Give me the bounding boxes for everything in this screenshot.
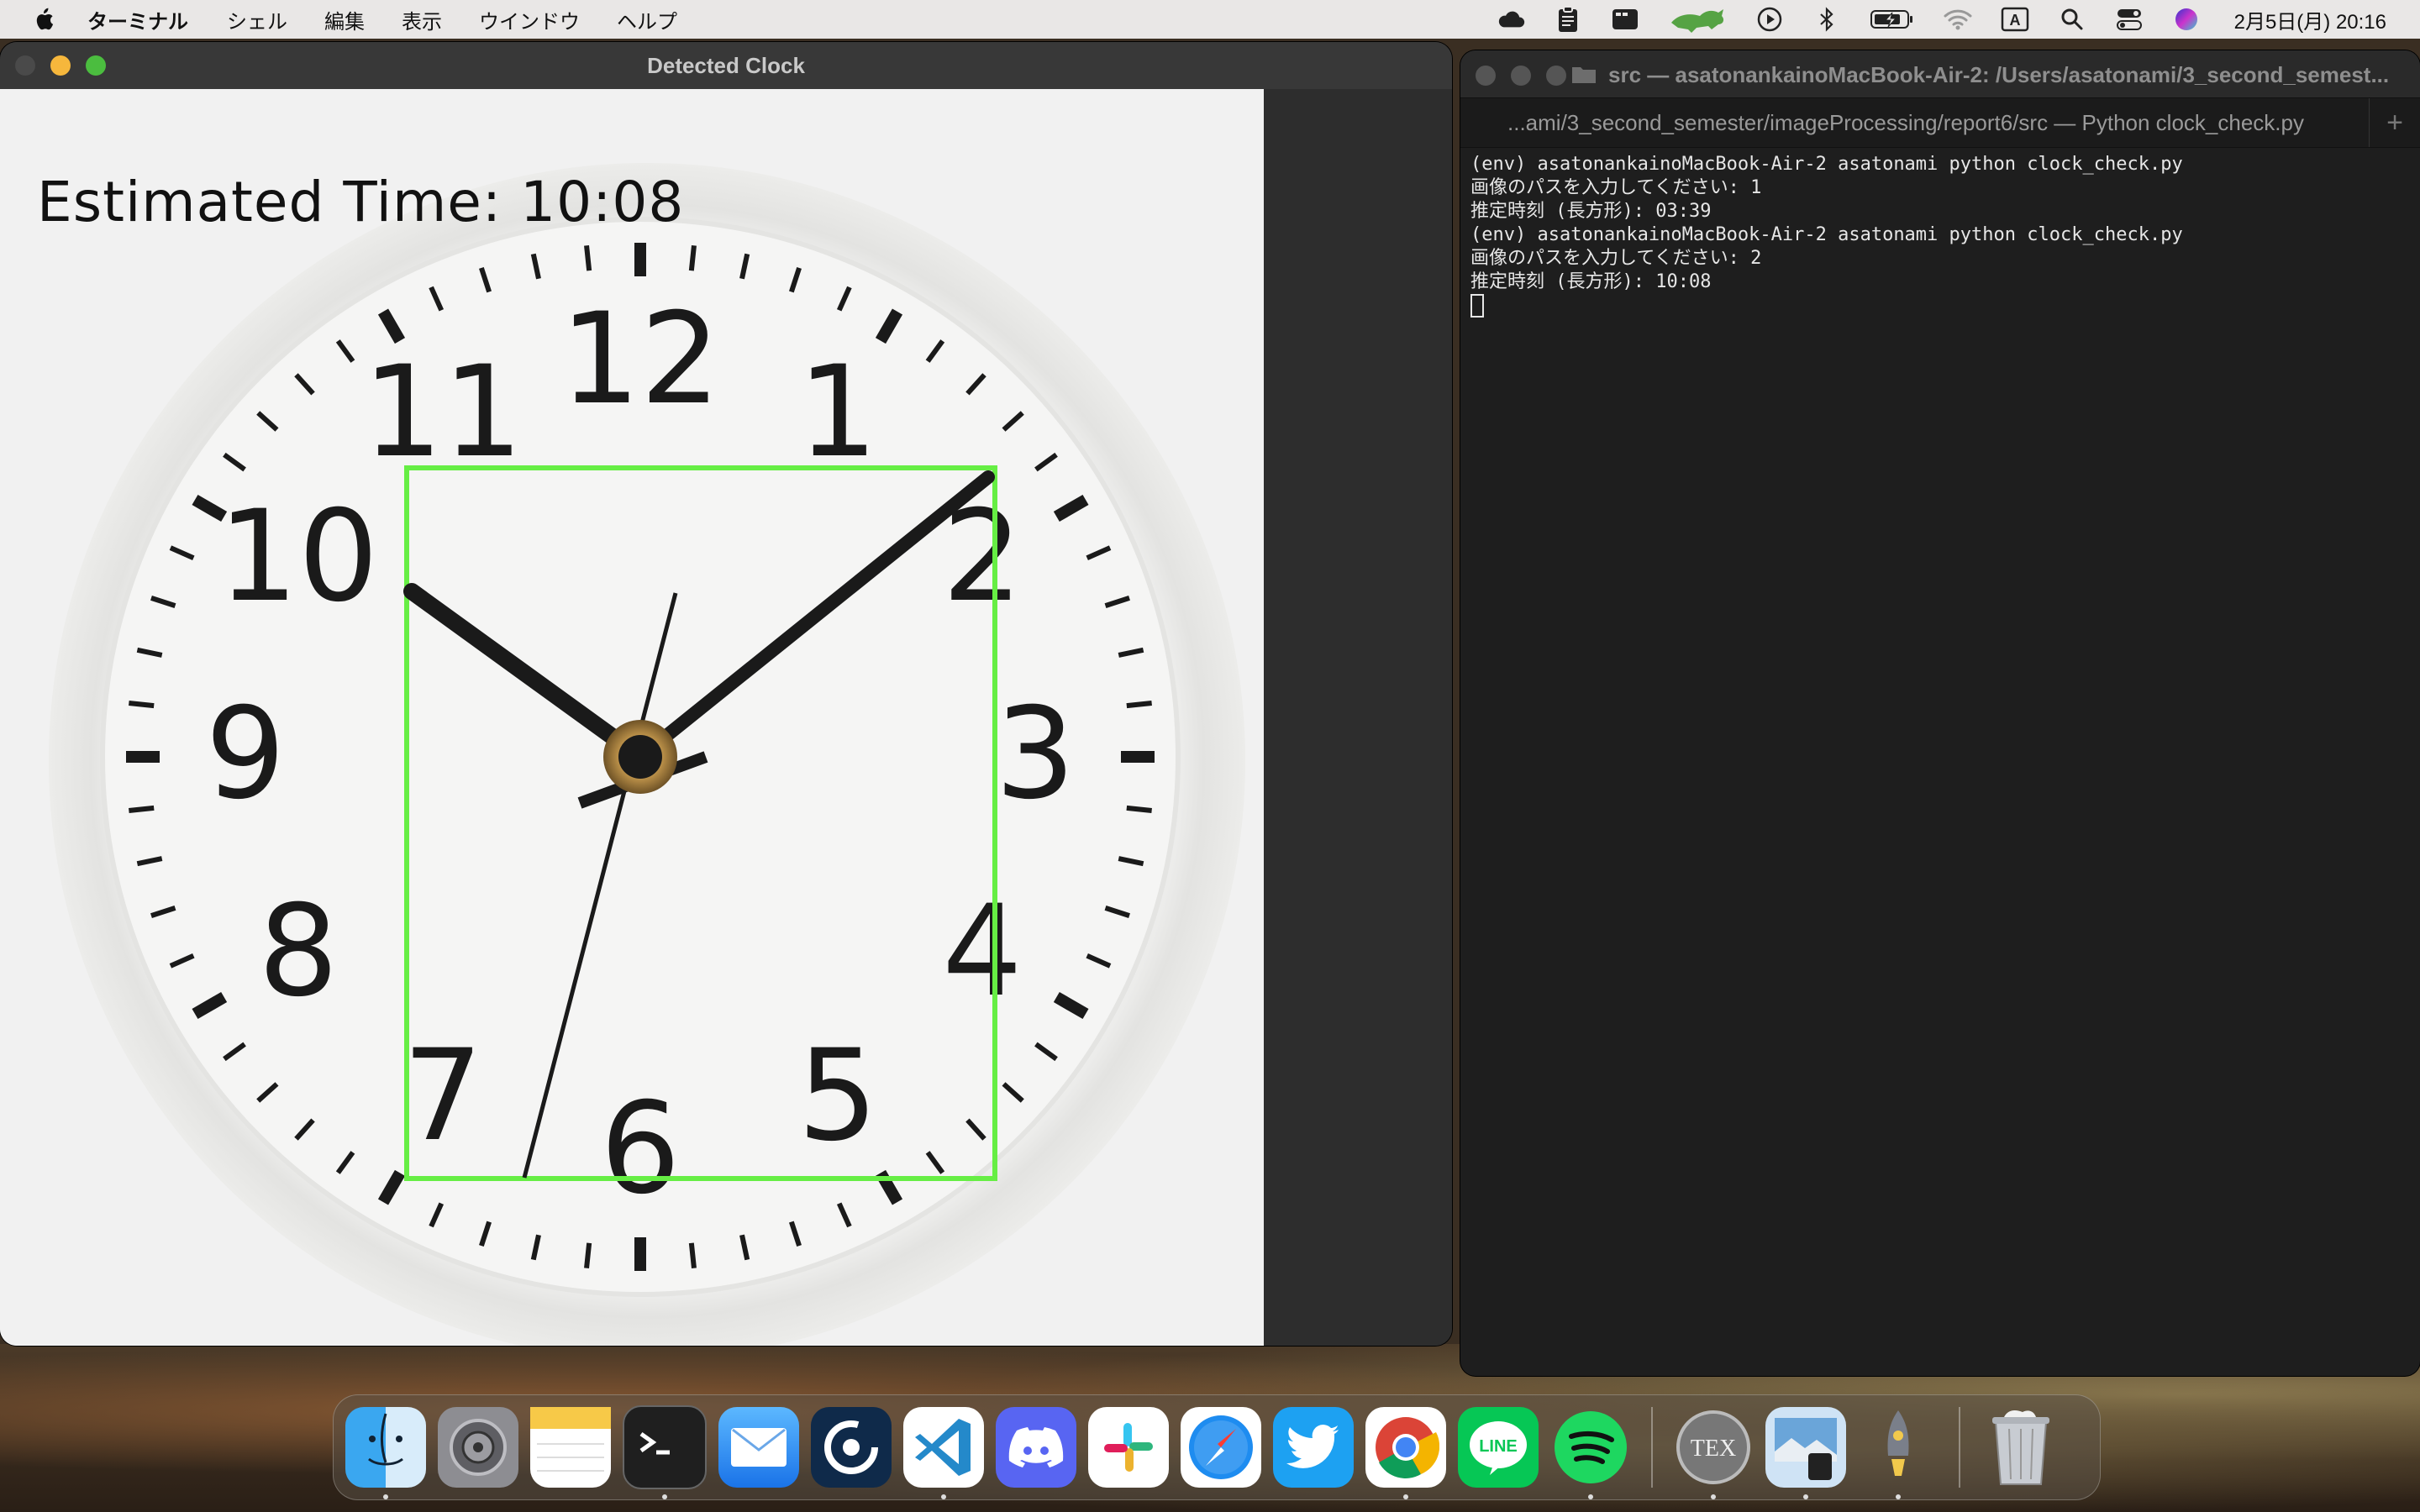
trash-icon[interactable] — [1981, 1407, 2061, 1488]
close-button[interactable] — [15, 55, 35, 76]
terminal-tab-bar: ...ami/3_second_semester/imageProcessing… — [1460, 97, 2420, 148]
wifi-icon[interactable] — [1944, 5, 1972, 34]
rocket-icon[interactable] — [1858, 1407, 1939, 1499]
window-empty-area — [1264, 89, 1452, 1346]
terminal-icon[interactable] — [623, 1405, 707, 1499]
menu-help[interactable]: ヘルプ — [617, 5, 677, 34]
menu-bar: ターミナル シェル 編集 表示 ウインドウ ヘルプ A 2月5日(月) 20:1… — [0, 0, 2420, 39]
window-titlebar[interactable]: Detected Clock — [0, 42, 1452, 89]
window-icon[interactable] — [1611, 5, 1639, 34]
dock-separator — [1651, 1407, 1653, 1488]
icloud-icon[interactable] — [1497, 5, 1525, 34]
terminal-minimize-button[interactable] — [1511, 66, 1531, 86]
terminal-line: 画像のパスを入力してください: 1 — [1470, 177, 1762, 198]
terminal-output[interactable]: (env) asatonankainoMacBook-Air-2 asatona… — [1460, 148, 2420, 323]
preview-icon[interactable] — [1765, 1407, 1846, 1499]
discord-icon[interactable] — [996, 1407, 1076, 1488]
minor-tick — [584, 1242, 592, 1268]
folder-icon — [1572, 67, 1596, 83]
bluetooth-icon[interactable] — [1812, 5, 1841, 34]
terminal-window: src — asatonankainoMacBook-Air-2: /Users… — [1460, 50, 2420, 1376]
window-title: Detected Clock — [647, 52, 805, 78]
clock-image: 12 1234567891011 — [0, 89, 1264, 1346]
terminal-line: 推定時刻 (長方形): 03:39 — [1470, 201, 1712, 222]
chrome-icon[interactable] — [1365, 1407, 1446, 1499]
tex-icon[interactable]: TEX — [1673, 1407, 1754, 1499]
line-label: LINE — [1479, 1437, 1518, 1456]
siri-icon[interactable] — [2172, 5, 2201, 34]
minor-tick — [688, 245, 697, 271]
terminal-cursor — [1470, 294, 1484, 318]
estimated-time-label: Estimated Time: 10:08 — [37, 170, 685, 234]
app-6-icon[interactable] — [811, 1407, 892, 1488]
minor-tick — [129, 701, 155, 709]
svg-text:A: A — [2009, 12, 2020, 29]
notes-icon[interactable] — [530, 1407, 611, 1488]
menu-edit[interactable]: 編集 — [324, 5, 365, 34]
terminal-line: (env) asatonankainoMacBook-Air-2 asatona… — [1470, 154, 2183, 175]
safari-icon[interactable] — [1181, 1407, 1261, 1488]
vscode-icon[interactable] — [903, 1407, 984, 1499]
dock-separator — [1959, 1407, 1960, 1488]
input-method-icon[interactable]: A — [2001, 5, 2029, 34]
minor-tick — [584, 245, 592, 271]
battery-icon[interactable] — [1870, 5, 1915, 34]
mail-icon[interactable] — [718, 1407, 799, 1488]
finder-icon[interactable] — [345, 1407, 426, 1499]
terminal-title: src — asatonankainoMacBook-Air-2: /Users… — [1608, 62, 2390, 87]
terminal-close-button[interactable] — [1476, 66, 1496, 86]
menu-app-name[interactable]: ターミナル — [87, 5, 188, 34]
clock-number: 4 — [942, 879, 1022, 1025]
spotlight-search-icon[interactable] — [2058, 5, 2086, 34]
clock-number: 9 — [205, 681, 285, 827]
menubar-clock[interactable]: 2月5日(月) 20:16 — [2234, 5, 2386, 34]
minor-tick — [688, 1242, 697, 1268]
terminal-line: 推定時刻 (長方形): 10:08 — [1470, 271, 1712, 292]
clock-number: 6 — [600, 1076, 680, 1222]
apple-menu-icon[interactable] — [34, 8, 54, 31]
new-tab-button[interactable]: + — [2369, 98, 2420, 147]
tex-label: TEX — [1691, 1436, 1736, 1462]
menu-window[interactable]: ウインドウ — [479, 5, 580, 34]
twitter-icon[interactable] — [1273, 1407, 1354, 1488]
clock-image-canvas: 12 1 2 3 4 5 6 7 8 9 10 11 Estimated Time: 10:08 — [0, 89, 1264, 1346]
terminal-tab[interactable]: ...ami/3_second_semester/imageProcessing… — [1507, 110, 2304, 136]
system-settings-icon[interactable] — [438, 1407, 518, 1488]
clock-number: 11 — [363, 339, 523, 486]
clock-number: 5 — [797, 1023, 877, 1169]
slack-icon[interactable] — [1088, 1407, 1169, 1488]
menu-shell[interactable]: シェル — [227, 5, 287, 34]
terminal-line: 画像のパスを入力してください: 2 — [1470, 248, 1762, 269]
terminal-line: (env) asatonankainoMacBook-Air-2 asatona… — [1470, 224, 2183, 245]
clock-number: 1 — [797, 339, 877, 486]
terminal-titlebar[interactable]: src — asatonankainoMacBook-Air-2: /Users… — [1460, 50, 2420, 97]
clock-number: 12 — [560, 286, 721, 433]
clock-number: 7 — [402, 1023, 482, 1169]
minor-tick — [1126, 805, 1152, 813]
zoom-button[interactable] — [86, 55, 106, 76]
terminal-zoom-button[interactable] — [1546, 66, 1566, 86]
control-center-icon[interactable] — [2115, 5, 2144, 34]
runcat-icon[interactable] — [1668, 5, 1727, 34]
minor-tick — [129, 805, 155, 813]
clock-number: 8 — [258, 879, 338, 1025]
clock-number: 3 — [995, 681, 1075, 827]
menu-view[interactable]: 表示 — [402, 5, 442, 34]
minimize-button[interactable] — [50, 55, 71, 76]
detected-clock-window: Detected Clock 12 1 2 3 4 5 6 7 8 9 10 11 — [0, 42, 1452, 1346]
dock: LINE TEX — [333, 1394, 2101, 1500]
clock-hub — [618, 735, 662, 779]
spotify-icon[interactable] — [1550, 1407, 1631, 1499]
line-icon[interactable]: LINE — [1458, 1407, 1539, 1488]
minor-tick — [1126, 701, 1152, 709]
clock-number: 10 — [218, 484, 379, 630]
clipboard-icon[interactable] — [1554, 5, 1582, 34]
play-icon[interactable] — [1755, 5, 1784, 34]
